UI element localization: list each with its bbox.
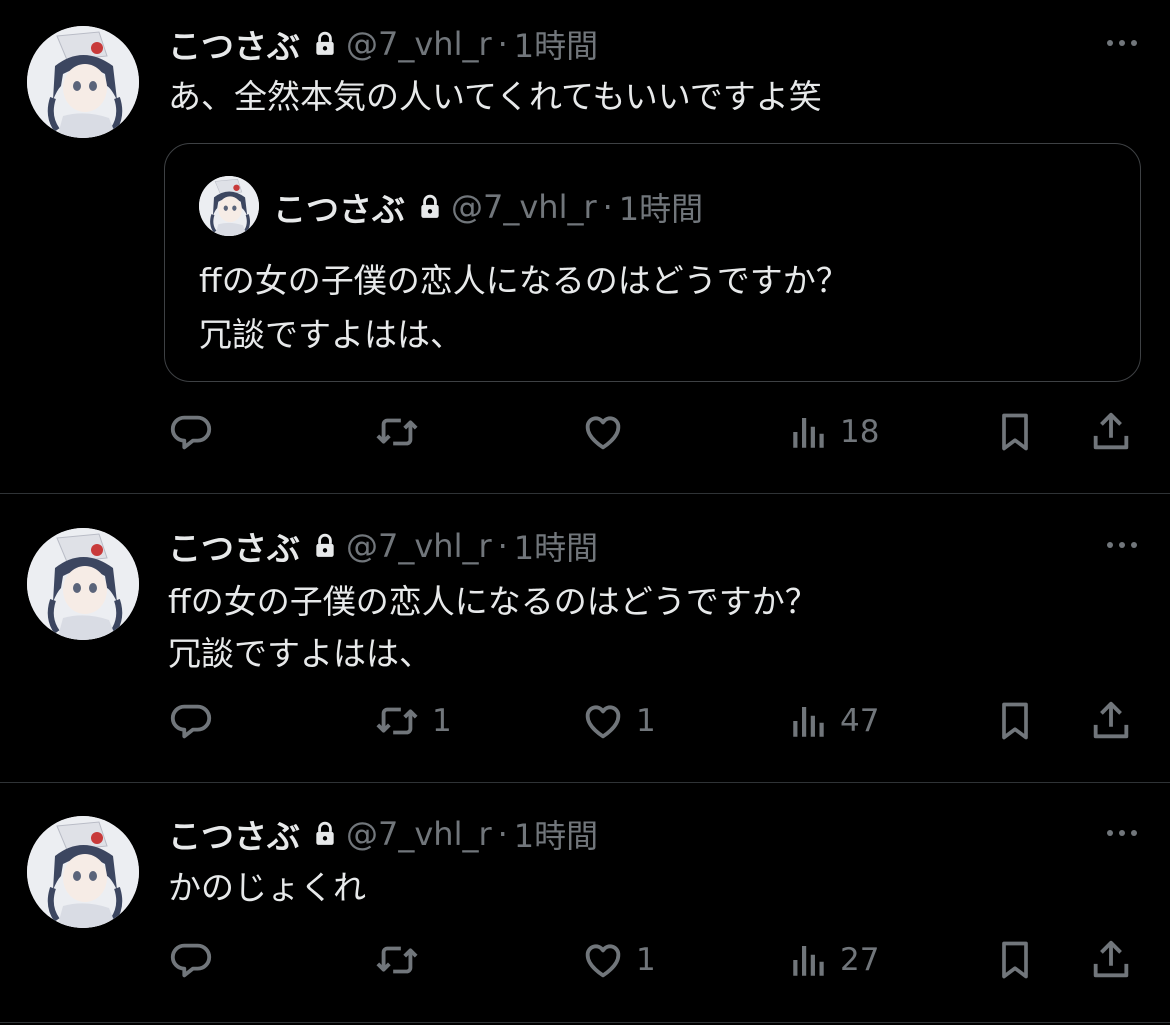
tweet-text: かのじょくれ (168, 868, 366, 907)
action-bar: 1 27 (0, 932, 1170, 988)
separator: · (497, 25, 508, 63)
reply-icon (168, 937, 214, 983)
share-button[interactable] (1088, 404, 1134, 460)
lock-icon (312, 533, 338, 559)
bookmark-icon (993, 937, 1037, 983)
action-bar: 18 (0, 404, 1170, 460)
bookmark-button[interactable] (993, 404, 1037, 460)
reply-button[interactable] (168, 932, 224, 988)
tweet-header: こつさぶ @7_vhl_r · 1時間 (168, 21, 598, 67)
lock-icon (417, 194, 443, 220)
tweet[interactable]: こつさぶ @7_vhl_r · 1時間 かのじょくれ 1 27 (0, 783, 1170, 1025)
bookmark-icon (993, 409, 1037, 455)
like-button[interactable]: 1 (580, 693, 656, 749)
bookmark-button[interactable] (993, 932, 1037, 988)
retweet-button[interactable] (372, 404, 432, 460)
quoted-header: こつさぶ @7_vhl_r · 1時間 (273, 184, 703, 230)
share-icon (1088, 409, 1134, 455)
retweet-icon (372, 937, 422, 983)
retweet-icon (372, 698, 422, 744)
tweet-header: こつさぶ @7_vhl_r · 1時間 (168, 523, 598, 569)
like-count: 1 (636, 942, 656, 978)
heart-icon (580, 698, 626, 744)
view-count: 18 (840, 414, 880, 450)
timestamp[interactable]: 1時間 (514, 21, 598, 67)
view-count: 27 (840, 942, 880, 978)
more-icon[interactable] (1107, 542, 1137, 548)
avatar[interactable] (27, 26, 139, 138)
views-icon (788, 409, 830, 455)
reply-icon (168, 409, 214, 455)
tweet[interactable]: こつさぶ @7_vhl_r · 1時間 あ、全然本気の人いてくれてもいいですよ笑… (0, 0, 1170, 493)
display-name[interactable]: こつさぶ (168, 20, 300, 68)
divider (0, 1022, 1170, 1023)
share-button[interactable] (1088, 693, 1134, 749)
reply-button[interactable] (168, 693, 224, 749)
tweet-header: こつさぶ @7_vhl_r · 1時間 (168, 811, 598, 857)
views-icon (788, 698, 830, 744)
lock-icon (312, 31, 338, 57)
heart-icon (580, 937, 626, 983)
quoted-handle: @7_vhl_r (451, 188, 597, 226)
tweet[interactable]: こつさぶ @7_vhl_r · 1時間 ffの女の子僕の恋人になるのはどうですか… (0, 494, 1170, 782)
timestamp[interactable]: 1時間 (514, 811, 598, 857)
quoted-tweet[interactable]: こつさぶ @7_vhl_r · 1時間 ffの女の子僕の恋人になるのはどうですか… (164, 143, 1141, 382)
separator: · (497, 815, 508, 853)
display-name[interactable]: こつさぶ (168, 522, 300, 570)
bookmark-button[interactable] (993, 693, 1037, 749)
timestamp[interactable]: 1時間 (514, 523, 598, 569)
reply-button[interactable] (168, 404, 224, 460)
like-count: 1 (636, 703, 656, 739)
lock-icon (312, 821, 338, 847)
tweet-text: あ、全然本気の人いてくれてもいいですよ笑 (168, 77, 822, 116)
share-icon (1088, 698, 1134, 744)
views-icon (788, 937, 830, 983)
views-button[interactable]: 47 (788, 693, 879, 749)
retweet-button[interactable]: 1 (372, 693, 452, 749)
bookmark-icon (993, 698, 1037, 744)
handle[interactable]: @7_vhl_r (346, 527, 492, 565)
quoted-text: ffの女の子僕の恋人になるのはどうですか？ 冗談ですよはは、 (199, 261, 849, 354)
separator: · (602, 188, 613, 226)
display-name[interactable]: こつさぶ (168, 810, 300, 858)
quoted-timestamp: 1時間 (618, 190, 704, 228)
more-icon[interactable] (1107, 830, 1137, 836)
views-button[interactable]: 18 (788, 404, 879, 460)
avatar[interactable] (27, 528, 139, 640)
like-button[interactable]: 1 (580, 932, 656, 988)
share-button[interactable] (1088, 932, 1134, 988)
views-button[interactable]: 27 (788, 932, 879, 988)
like-button[interactable] (580, 404, 636, 460)
share-icon (1088, 937, 1134, 983)
quoted-display-name: こつさぶ (273, 190, 405, 229)
quoted-avatar (199, 176, 259, 236)
retweet-count: 1 (432, 703, 452, 739)
retweet-button[interactable] (372, 932, 432, 988)
more-icon[interactable] (1107, 40, 1137, 46)
reply-icon (168, 698, 214, 744)
separator: · (497, 527, 508, 565)
avatar[interactable] (27, 816, 139, 928)
tweet-text: ffの女の子僕の恋人になるのはどうですか？ 冗談ですよはは、 (168, 582, 818, 673)
handle[interactable]: @7_vhl_r (346, 25, 492, 63)
heart-icon (580, 409, 626, 455)
action-bar: 1 1 47 (0, 693, 1170, 749)
retweet-icon (372, 409, 422, 455)
view-count: 47 (840, 703, 880, 739)
handle[interactable]: @7_vhl_r (346, 815, 492, 853)
